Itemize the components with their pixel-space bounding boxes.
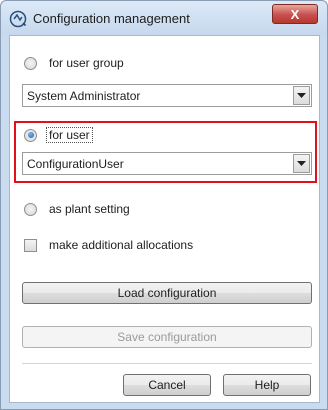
user-group-combo[interactable]: System Administrator [22,84,312,107]
help-button[interactable]: Help [223,374,311,396]
close-icon: X [290,6,300,22]
user-group-label: for user group [49,56,124,70]
additional-allocations-row[interactable]: make additional allocations [24,235,193,255]
chevron-down-icon[interactable] [293,154,310,173]
user-radio-row[interactable]: for user [24,125,93,145]
additional-allocations-checkbox[interactable] [24,238,37,252]
dialog-body: for user group System Administrator for … [9,35,320,403]
config-management-window: Configuration management X for user grou… [0,0,328,410]
user-combo[interactable]: ConfigurationUser [22,152,312,175]
additional-allocations-label: make additional allocations [49,238,194,252]
user-group-combo-value: System Administrator [27,89,141,103]
plant-setting-label: as plant setting [49,202,130,216]
title-bar[interactable]: Configuration management X [1,1,327,35]
user-group-radio[interactable] [24,56,37,70]
user-group-radio-row[interactable]: for user group [24,53,124,73]
user-radio[interactable] [24,128,37,142]
plant-setting-radio-row[interactable]: as plant setting [24,199,130,219]
configuration-app-icon [9,10,27,28]
divider [22,363,312,364]
chevron-down-icon[interactable] [293,86,310,105]
close-button[interactable]: X [272,4,318,24]
user-label: for user [46,127,93,143]
cancel-button[interactable]: Cancel [123,374,211,396]
window-title: Configuration management [33,11,190,26]
plant-setting-radio[interactable] [24,202,37,216]
user-combo-value: ConfigurationUser [27,157,124,171]
load-configuration-button[interactable]: Load configuration [22,282,312,304]
save-configuration-button[interactable]: Save configuration [22,326,312,348]
